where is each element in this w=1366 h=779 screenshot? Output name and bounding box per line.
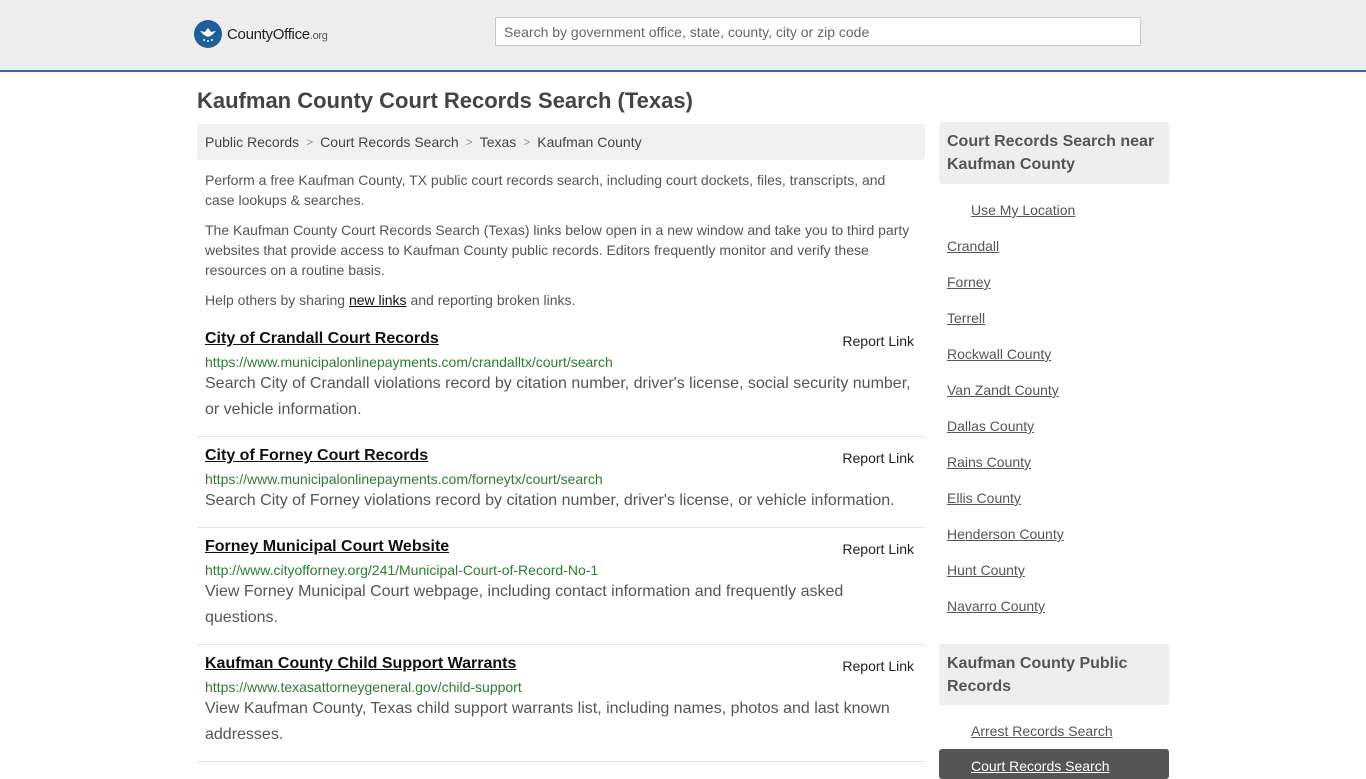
search-input[interactable] <box>495 17 1141 46</box>
list-item: Forney Municipal Court Website Report Li… <box>197 538 925 645</box>
intro-text: Perform a free Kaufman County, TX public… <box>205 170 917 320</box>
nearby-link-forney[interactable]: Forney <box>947 274 991 290</box>
report-link[interactable]: Report Link <box>842 333 914 349</box>
listing-description: Search City of Forney violations record … <box>205 492 895 509</box>
site-header: CountyOffice.org <box>0 0 1366 72</box>
nearby-link-terrell[interactable]: Terrell <box>947 310 985 326</box>
report-link[interactable]: Report Link <box>842 450 914 466</box>
listing-description: Search City of Crandall violations recor… <box>205 375 911 418</box>
breadcrumb-public-records[interactable]: Public Records <box>205 134 299 150</box>
nearby-link-henderson-county[interactable]: Henderson County <box>947 526 1064 542</box>
nearby-link-crandall[interactable]: Crandall <box>947 238 999 254</box>
listing-description: View Forney Municipal Court webpage, inc… <box>205 583 844 626</box>
listing-title-link[interactable]: City of Forney Court Records <box>205 447 917 465</box>
listing-url: https://www.municipalonlinepayments.com/… <box>205 354 613 370</box>
listing-url: https://www.texasattorneygeneral.gov/chi… <box>205 679 522 695</box>
listing-description: View Kaufman County, Texas child support… <box>205 700 890 743</box>
breadcrumb-kaufman-county[interactable]: Kaufman County <box>537 134 641 150</box>
intro-paragraph: Perform a free Kaufman County, TX public… <box>205 172 886 208</box>
nearby-heading: Court Records Search near Kaufman County <box>939 122 1169 184</box>
public-records-heading: Kaufman County Public Records <box>939 644 1169 705</box>
breadcrumb: Public Records > Court Records Search > … <box>197 124 925 160</box>
chevron-right-icon: > <box>465 135 473 149</box>
new-links-link[interactable]: new links <box>349 292 407 308</box>
breadcrumb-texas[interactable]: Texas <box>480 134 517 150</box>
logo-wordmark: CountyOffice <box>227 25 310 43</box>
nearby-link-hunt-county[interactable]: Hunt County <box>947 562 1025 578</box>
list-item: City of Forney Court Records Report Link… <box>197 447 925 528</box>
listing-title-link[interactable]: Kaufman County Child Support Warrants <box>205 655 917 673</box>
listing-title-link[interactable]: Forney Municipal Court Website <box>205 538 917 556</box>
page-title: Kaufman County Court Records Search (Tex… <box>197 88 693 113</box>
breadcrumb-court-records-search[interactable]: Court Records Search <box>320 134 459 150</box>
intro-paragraph: The Kaufman County Court Records Search … <box>205 222 910 278</box>
site-logo[interactable]: CountyOffice.org <box>194 20 328 48</box>
list-item: Kaufman County Child Support Warrants Re… <box>197 655 925 762</box>
logo-suffix: .org <box>309 29 328 42</box>
court-records-search-link-active[interactable]: Court Records Search <box>939 749 1169 779</box>
nearby-link-rockwall-county[interactable]: Rockwall County <box>947 346 1051 362</box>
chevron-right-icon: > <box>523 135 531 149</box>
chevron-right-icon: > <box>306 135 314 149</box>
nearby-link-dallas-county[interactable]: Dallas County <box>947 418 1034 434</box>
report-link[interactable]: Report Link <box>842 541 914 557</box>
use-my-location-link[interactable]: Use My Location <box>971 202 1075 218</box>
nearby-link-ellis-county[interactable]: Ellis County <box>947 490 1021 506</box>
listing-title-link[interactable]: City of Crandall Court Records <box>205 330 917 348</box>
nearby-link-rains-county[interactable]: Rains County <box>947 454 1031 470</box>
nearby-link-navarro-county[interactable]: Navarro County <box>947 598 1045 614</box>
report-link[interactable]: Report Link <box>842 658 914 674</box>
listing-url: http://www.cityofforney.org/241/Municipa… <box>205 562 599 578</box>
nearby-link-van-zandt-county[interactable]: Van Zandt County <box>947 382 1059 398</box>
listing-url: https://www.municipalonlinepayments.com/… <box>205 471 603 487</box>
arrest-records-search-link[interactable]: Arrest Records Search <box>971 723 1113 739</box>
intro-paragraph: Help others by sharing new links and rep… <box>205 292 576 308</box>
list-item: City of Crandall Court Records Report Li… <box>197 330 925 437</box>
eagle-seal-icon <box>194 20 222 48</box>
